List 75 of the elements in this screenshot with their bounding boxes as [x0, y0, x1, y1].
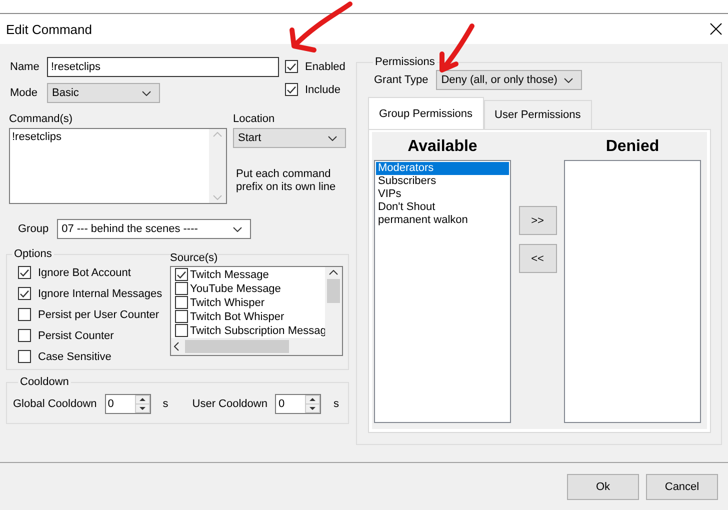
scrollbar-thumb[interactable]	[327, 279, 340, 303]
dialog-button[interactable]: Ok	[567, 474, 639, 500]
field-label: Group	[18, 223, 49, 235]
checkbox-label: Persist Counter	[38, 330, 114, 342]
field-label: Location	[233, 113, 275, 125]
list-heading: Denied	[606, 138, 660, 157]
group-dropdown[interactable]: 07 --- behind the scenes ----	[56, 219, 251, 239]
available-list[interactable]: Moderators Subscribers VIPs Don't Shout permanent walkon	[374, 160, 511, 423]
checkbox[interactable]	[175, 282, 188, 295]
field-label: Name	[9, 60, 40, 75]
checkbox[interactable]	[18, 266, 31, 279]
scrollbar[interactable]	[325, 267, 342, 338]
field-label: Mode	[9, 86, 39, 101]
checkbox[interactable]	[175, 324, 188, 337]
hint-text: Put each command prefix on its own line	[236, 168, 337, 194]
close-icon[interactable]	[710, 23, 722, 35]
chevron-icon	[564, 78, 574, 82]
checkbox[interactable]	[175, 296, 188, 309]
checkbox-label: Case Sensitive	[38, 350, 112, 362]
scroll-left-icon[interactable]	[174, 342, 179, 351]
field-label: Command(s)	[9, 113, 73, 125]
chevron-icon	[232, 226, 242, 232]
list-item[interactable]: Moderators	[376, 162, 509, 175]
list-item-label: Twitch Whisper	[190, 296, 265, 308]
dialog-button[interactable]: Cancel	[646, 474, 718, 500]
location-dropdown[interactable]: Start	[233, 128, 346, 148]
list-item[interactable]: permanent walkon	[376, 214, 509, 227]
name-field[interactable]: !resetclips	[47, 57, 279, 77]
commands-field[interactable]: !resetclips	[9, 128, 227, 204]
checkbox[interactable]	[175, 310, 188, 323]
checkbox-label: Enabled	[305, 60, 346, 72]
scrollbar-thumb[interactable]	[185, 340, 289, 353]
field-label: User Cooldown	[192, 398, 268, 410]
unit-label: s	[162, 398, 168, 410]
move-button[interactable]: >>	[518, 206, 556, 235]
checkbox[interactable]	[18, 350, 31, 363]
mode-dropdown[interactable]: Basic	[47, 83, 160, 103]
checkbox-label: Ignore Bot Account	[38, 266, 131, 278]
list-item[interactable]: VIPs	[376, 188, 509, 201]
checkbox[interactable]	[285, 83, 298, 96]
scroll-up-icon[interactable]	[329, 270, 338, 275]
list-item-label: Twitch Bot Whisper	[190, 310, 284, 322]
chevron-icon	[142, 90, 151, 96]
panel-title: Cooldown	[19, 376, 70, 388]
list-item[interactable]: Subscribers	[376, 175, 509, 188]
spin-arrows-icon[interactable]	[134, 394, 150, 412]
list-item-label: Twitch Message	[190, 268, 269, 280]
list-item[interactable]: Don't Shout	[376, 201, 509, 214]
checkbox[interactable]	[175, 268, 188, 281]
panel-title: Permissions	[374, 56, 436, 68]
checkbox-label: Include	[305, 84, 340, 96]
number-field[interactable]: 0	[104, 394, 151, 414]
checkbox[interactable]	[18, 329, 31, 342]
checkbox-label: Persist per User Counter	[38, 308, 160, 320]
checkbox[interactable]	[285, 60, 298, 73]
tab[interactable]: User Permissions	[484, 100, 592, 129]
tab[interactable]: Group Permissions	[368, 97, 484, 129]
list-heading: Available	[408, 138, 478, 157]
checkbox-label: Ignore Internal Messages	[38, 288, 162, 300]
field-label: Global Cooldown	[13, 398, 97, 410]
move-button[interactable]: <<	[518, 244, 556, 273]
grant-type-dropdown[interactable]: Deny (all, or only those)	[436, 70, 582, 90]
field-label: Source(s)	[170, 252, 218, 264]
checkbox[interactable]	[18, 308, 31, 321]
unit-label: s	[333, 398, 339, 410]
panel-title: Options	[13, 248, 53, 260]
scrollbar[interactable]	[171, 338, 325, 355]
field-label: Grant Type	[374, 74, 428, 86]
checkbox[interactable]	[18, 287, 31, 300]
chevron-icon	[328, 136, 337, 140]
denied-list[interactable]	[564, 160, 701, 423]
spin-arrows-icon[interactable]	[305, 394, 320, 412]
window-title: Edit Command	[6, 22, 92, 36]
list-item-label: YouTube Message	[190, 282, 281, 294]
number-field[interactable]: 0	[275, 394, 322, 414]
